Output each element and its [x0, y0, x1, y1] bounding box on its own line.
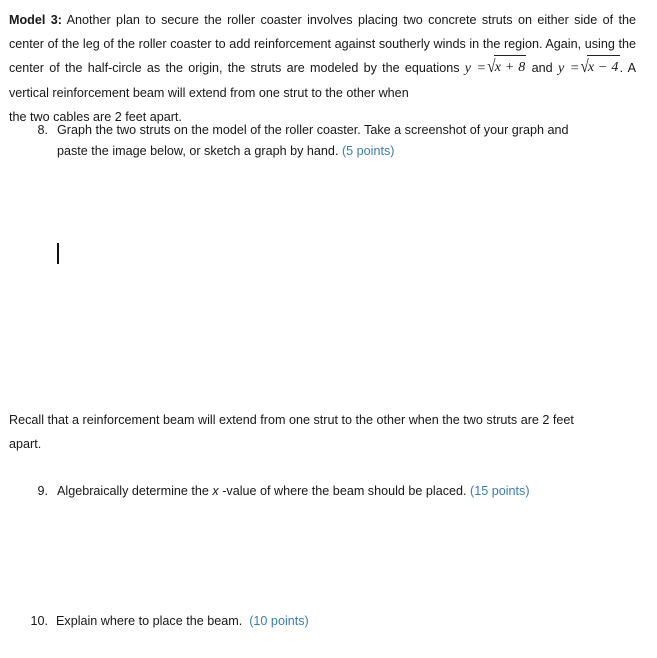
- question-10-points: (10 points): [249, 614, 309, 628]
- question-9-points: (15 points): [470, 484, 530, 498]
- question-10-text: Explain where to place the beam. (10 poi…: [56, 611, 602, 632]
- equation-one-radicand: x + 8: [493, 55, 527, 80]
- intro-paragraph: Model 3: Another plan to secure the roll…: [9, 8, 636, 129]
- answer-area-question-9[interactable]: [20, 505, 635, 605]
- equation-one-lhs: y =: [464, 61, 487, 76]
- radical-symbol-one: √x + 8: [486, 55, 527, 81]
- question-9-number: 9.: [37, 484, 48, 498]
- equation-two-lhs: y =: [557, 61, 580, 76]
- question-8-number: 8.: [37, 123, 48, 137]
- question-10: 10. Explain where to place the beam. (10…: [22, 611, 602, 632]
- question-9: 9. Algebraically determine the x -value …: [24, 481, 604, 502]
- question-10-body: Explain where to place the beam.: [56, 614, 243, 628]
- text-caret: [57, 243, 59, 264]
- question-8: 8. Graph the two struts on the model of …: [24, 120, 584, 162]
- question-9-text: Algebraically determine the x -value of …: [57, 481, 604, 502]
- question-8-text: Graph the two struts on the model of the…: [57, 120, 584, 162]
- question-8-body: Graph the two struts on the model of the…: [57, 123, 569, 158]
- equation-conjunction: and: [531, 61, 553, 75]
- answer-area-question-8[interactable]: [20, 165, 635, 395]
- question-9-body-before: Algebraically determine the: [57, 484, 213, 498]
- recall-text-last-line: apart.: [9, 437, 42, 451]
- equation-two-radicand: x − 4: [586, 55, 620, 80]
- recall-paragraph: Recall that a reinforcement beam will ex…: [9, 408, 636, 456]
- document-page: Model 3: Another plan to secure the roll…: [0, 0, 657, 658]
- radical-symbol-two: √x − 4: [579, 55, 620, 81]
- model-label: Model 3:: [9, 13, 62, 27]
- recall-text: Recall that a reinforcement beam will ex…: [9, 413, 574, 427]
- question-8-points: (5 points): [341, 144, 395, 158]
- question-10-number: 10.: [30, 614, 48, 628]
- question-9-body-after: -value of where the beam should be place…: [218, 484, 467, 498]
- equation-two: y =√x − 4: [557, 55, 620, 77]
- equation-one: y =√x + 8: [464, 55, 527, 77]
